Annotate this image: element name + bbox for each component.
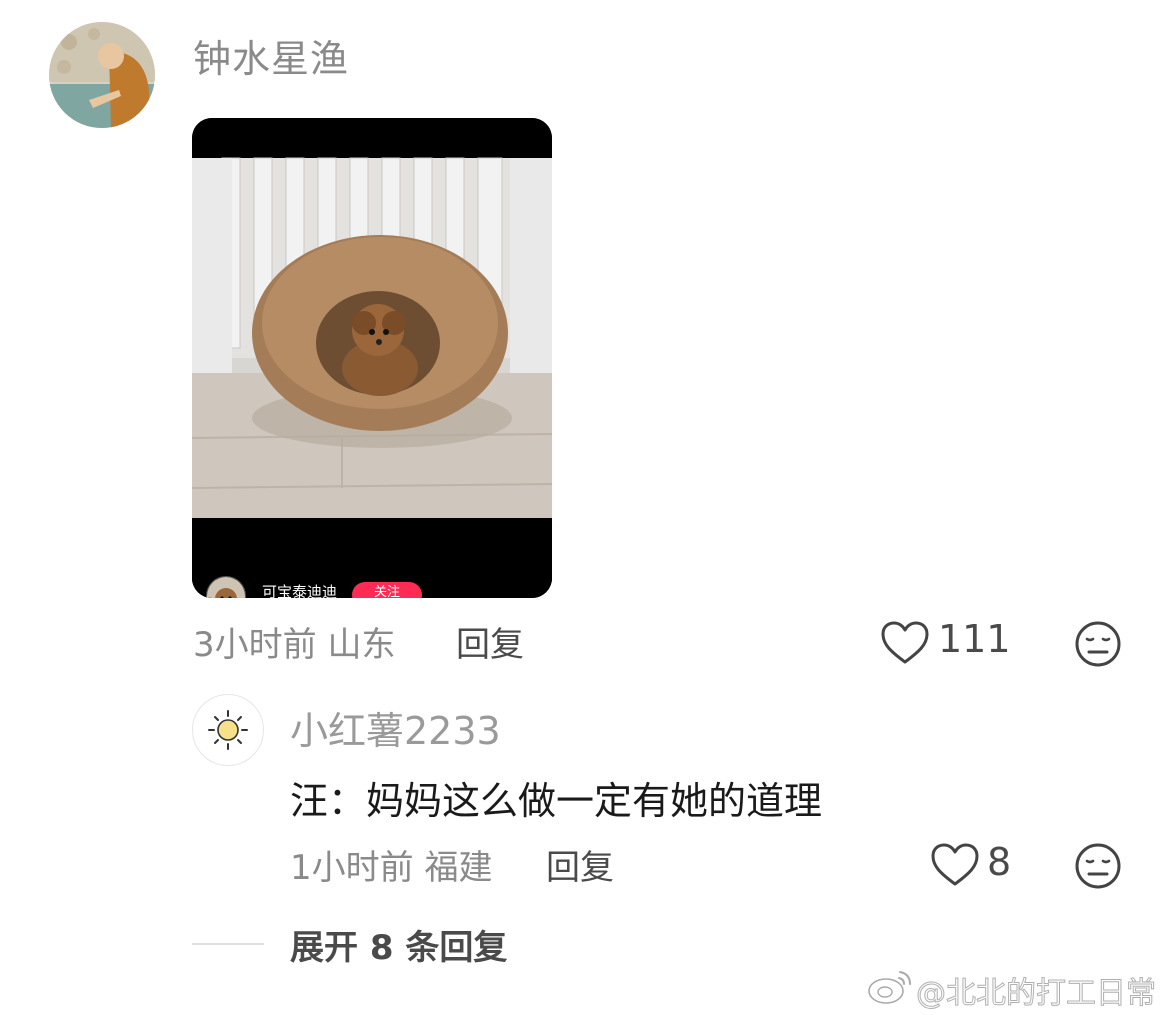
- avatar[interactable]: [192, 694, 264, 766]
- divider: [192, 943, 264, 945]
- video-thumbnail[interactable]: 可宝泰迪迪 关注: [192, 118, 552, 598]
- comment-location: 山东: [327, 625, 396, 665]
- like-count: 8: [987, 840, 1012, 884]
- reply-meta: 1小时前 福建: [290, 840, 492, 889]
- reply-username[interactable]: 小红薯2233: [290, 700, 501, 755]
- reply-button[interactable]: 回复: [546, 840, 614, 889]
- video-author-name: 可宝泰迪迪: [262, 583, 338, 598]
- avatar-image: [49, 22, 155, 128]
- comment-meta: 3小时前 山东: [193, 617, 395, 666]
- video-frame: [192, 118, 552, 598]
- weibo-logo-icon: [866, 966, 914, 1006]
- heart-outline-icon[interactable]: [880, 620, 930, 666]
- reply-location: 福建: [424, 848, 493, 888]
- expand-replies-button[interactable]: 展开 8 条回复: [290, 920, 507, 969]
- reply-content: 汪：妈妈这么做一定有她的道理: [290, 779, 823, 823]
- comment-username[interactable]: 钟水星渔: [193, 28, 349, 83]
- like-count: 111: [938, 617, 1011, 661]
- reply-time: 1小时前: [290, 848, 414, 888]
- avatar[interactable]: [49, 22, 155, 128]
- neutral-face-icon[interactable]: [1074, 620, 1122, 668]
- reply-button[interactable]: 回复: [456, 617, 524, 666]
- heart-outline-icon[interactable]: [930, 842, 980, 888]
- sun-icon: [208, 710, 248, 750]
- comment-time: 3小时前: [193, 625, 317, 665]
- neutral-face-icon[interactable]: [1074, 842, 1122, 890]
- follow-button[interactable]: 关注: [352, 582, 422, 598]
- watermark: @北北的打工日常: [916, 976, 1157, 1012]
